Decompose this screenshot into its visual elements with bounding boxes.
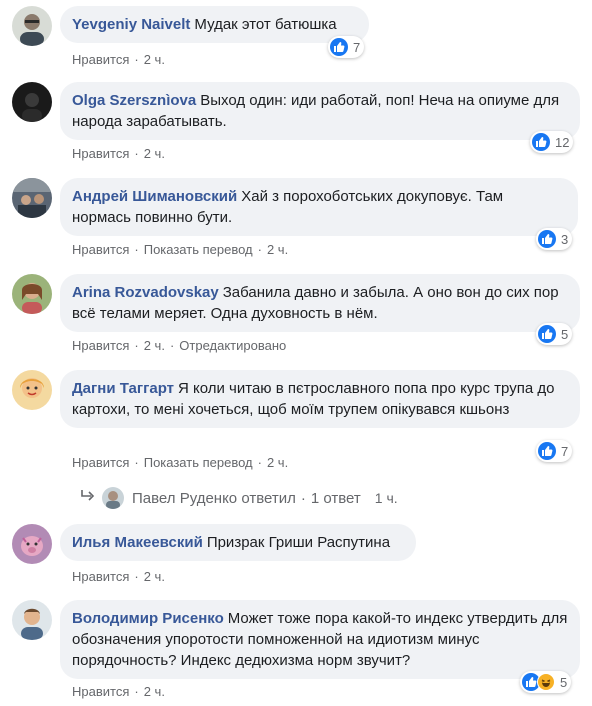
comment-bubble: Дагни Таггарт Я коли читаю в пєтрославног… bbox=[60, 370, 580, 428]
timestamp[interactable]: 2 ч. bbox=[267, 242, 288, 257]
comment-author[interactable]: Yevgeniy Naivelt bbox=[72, 16, 190, 33]
timestamp[interactable]: 2 ч. bbox=[144, 684, 165, 699]
avatar[interactable] bbox=[12, 600, 52, 640]
like-button[interactable]: Нравится bbox=[72, 146, 129, 161]
comment-bubble: Андрей Шимановский Хай з порохоботських д… bbox=[60, 178, 578, 236]
view-replies-link[interactable]: Павел Руденко ответил · 1 ответ 1 ч. bbox=[80, 487, 398, 509]
reaction-count[interactable]: 3 bbox=[536, 228, 573, 250]
comment-bubble: Илья Макеевский Призрак Гриши Распутина bbox=[60, 524, 416, 561]
reaction-count[interactable]: 7 bbox=[328, 36, 365, 58]
avatar bbox=[102, 487, 124, 509]
reaction-count[interactable]: 7 bbox=[536, 440, 573, 462]
reaction-count[interactable]: 12 bbox=[530, 131, 574, 153]
avatar[interactable] bbox=[12, 370, 52, 410]
comment-author[interactable]: Володимир Рисенко bbox=[72, 610, 224, 627]
comment-author[interactable]: Андрей Шимановский bbox=[72, 188, 237, 205]
comment-bubble: Arina Rozvadovskay Забанила давно и забыл… bbox=[60, 274, 580, 332]
comment-text: Призрак Гриши Распутина bbox=[206, 534, 391, 551]
like-button[interactable]: Нравится bbox=[72, 569, 129, 584]
comment-author[interactable]: Илья Макеевский bbox=[72, 534, 203, 551]
like-button[interactable]: Нравится bbox=[72, 242, 129, 257]
reply-timestamp: 1 ч. bbox=[374, 490, 398, 506]
haha-reaction-icon bbox=[537, 673, 555, 691]
translate-button[interactable]: Показать перевод bbox=[144, 242, 253, 257]
comment-actions: Нравится · 2 ч. · Отредактировано bbox=[72, 338, 287, 353]
like-reaction-icon bbox=[330, 38, 348, 56]
timestamp[interactable]: 2 ч. bbox=[144, 338, 165, 353]
timestamp[interactable]: 2 ч. bbox=[144, 52, 165, 67]
avatar[interactable] bbox=[12, 6, 52, 46]
comment-text: Мудак этот батюшка bbox=[194, 16, 337, 33]
avatar[interactable] bbox=[12, 274, 52, 314]
comment-actions: Нравится · 2 ч. bbox=[72, 684, 165, 699]
avatar[interactable] bbox=[12, 524, 52, 564]
like-reaction-icon bbox=[538, 230, 556, 248]
like-button[interactable]: Нравится bbox=[72, 52, 129, 67]
like-button[interactable]: Нравится bbox=[72, 684, 129, 699]
comment-actions: Нравится · Показать перевод · 2 ч. bbox=[72, 242, 289, 257]
like-reaction-icon bbox=[538, 325, 556, 343]
reply-arrow-icon bbox=[80, 489, 96, 507]
timestamp[interactable]: 2 ч. bbox=[144, 146, 165, 161]
timestamp[interactable]: 2 ч. bbox=[267, 455, 288, 470]
reply-count[interactable]: 1 ответ bbox=[311, 490, 361, 507]
like-reaction-icon bbox=[538, 442, 556, 460]
like-button[interactable]: Нравится bbox=[72, 338, 129, 353]
comment-bubble: Olga Szersznìova Выход один: иди работай,… bbox=[60, 82, 580, 140]
avatar[interactable] bbox=[12, 82, 52, 122]
comment-actions: Нравится · 2 ч. bbox=[72, 146, 165, 161]
like-button[interactable]: Нравится bbox=[72, 455, 129, 470]
edited-label[interactable]: Отредактировано bbox=[179, 338, 286, 353]
comment-actions: Нравится · 2 ч. bbox=[72, 52, 165, 67]
avatar[interactable] bbox=[12, 178, 52, 218]
timestamp[interactable]: 2 ч. bbox=[144, 569, 165, 584]
like-reaction-icon bbox=[532, 133, 550, 151]
reaction-count[interactable]: 5 bbox=[520, 671, 572, 693]
comment-author[interactable]: Olga Szersznìova bbox=[72, 92, 196, 109]
comment-author[interactable]: Дагни Таггарт bbox=[72, 380, 174, 397]
comment-actions: Нравится · Показать перевод · 2 ч. bbox=[72, 455, 289, 470]
translate-button[interactable]: Показать перевод bbox=[144, 455, 253, 470]
comment-actions: Нравится · 2 ч. bbox=[72, 569, 165, 584]
comment-bubble: Yevgeniy Naivelt Мудак этот батюшка bbox=[60, 6, 369, 43]
comment-author[interactable]: Arina Rozvadovskay bbox=[72, 284, 219, 301]
reaction-count[interactable]: 5 bbox=[536, 323, 573, 345]
reply-author[interactable]: Павел Руденко ответил bbox=[132, 490, 296, 507]
comment-bubble: Володимир Рисенко Может тоже пора какой-т… bbox=[60, 600, 580, 679]
